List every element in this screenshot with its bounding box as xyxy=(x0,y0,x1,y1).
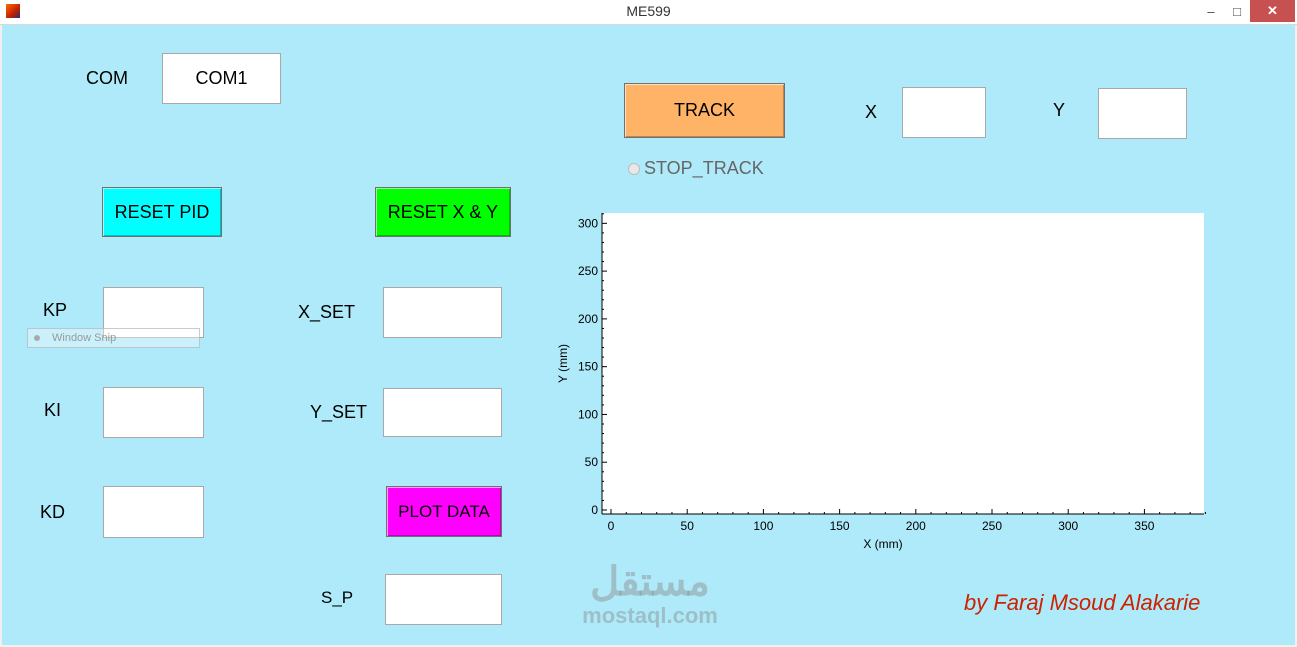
close-button[interactable]: ✕ xyxy=(1250,0,1295,22)
xy-axes: 0 50 100 150 200 250 300 350 0 50 100 150 200 250 300 X… xyxy=(556,213,1206,551)
ki-field[interactable] xyxy=(103,387,204,438)
y-tick-label: 300 xyxy=(578,216,598,230)
x-field[interactable] xyxy=(902,87,986,138)
window-snip-overlay: Window Snip xyxy=(27,328,200,348)
com-label: COM xyxy=(86,68,128,88)
x-tick-label: 150 xyxy=(830,519,850,533)
kd-field[interactable] xyxy=(103,486,204,538)
y-tick-label: 100 xyxy=(578,407,598,421)
x-tick-label: 100 xyxy=(753,519,773,533)
y-axis-title: Y (mm) xyxy=(556,344,570,383)
x-tick-label: 50 xyxy=(681,519,695,533)
x-set-field[interactable] xyxy=(383,287,502,338)
watermark-arabic: مستقل xyxy=(590,560,710,604)
x-tick-label: 350 xyxy=(1134,519,1154,533)
reset-xy-button[interactable]: RESET X & Y xyxy=(375,187,511,237)
x-tick-label: 0 xyxy=(608,519,615,533)
y-tick-label: 150 xyxy=(578,360,598,374)
s-p-field[interactable] xyxy=(385,574,502,625)
watermark-latin: mostaql.com xyxy=(582,603,718,628)
reset-pid-button[interactable]: RESET PID xyxy=(102,187,222,237)
stop-track-label: STOP_TRACK xyxy=(644,158,764,178)
title-bar: ME599 – □ ✕ xyxy=(0,0,1297,25)
window-title: ME599 xyxy=(626,3,671,19)
snip-icon xyxy=(34,335,40,341)
radio-button-icon[interactable] xyxy=(628,162,640,175)
figure-panel: COM COM1 RESET PID RESET X & Y KP Window… xyxy=(2,25,1295,645)
x-tick-label: 300 xyxy=(1058,519,1078,533)
x-label: X xyxy=(865,102,878,122)
y-field[interactable] xyxy=(1098,88,1187,139)
plot-data-button[interactable]: PLOT DATA xyxy=(386,486,502,537)
ki-label: KI xyxy=(44,400,62,420)
y-set-field[interactable] xyxy=(383,388,502,437)
y-set-label: Y_SET xyxy=(310,402,368,422)
minimize-button[interactable]: – xyxy=(1200,0,1222,22)
y-label: Y xyxy=(1053,100,1066,120)
x-tick-label: 250 xyxy=(982,519,1002,533)
kp-label: KP xyxy=(43,300,68,320)
mostaql-watermark: مستقل mostaql.com xyxy=(570,560,730,628)
x-set-label: X_SET xyxy=(298,302,356,322)
track-button[interactable]: TRACK xyxy=(624,83,785,138)
kd-label: KD xyxy=(40,502,66,522)
y-tick-label: 0 xyxy=(591,503,598,517)
s-p-label: S_P xyxy=(321,588,354,607)
x-axis-title: X (mm) xyxy=(863,537,902,551)
maximize-button[interactable]: □ xyxy=(1226,0,1248,22)
author-signature: by Faraj Msoud Alakarie xyxy=(964,590,1201,615)
com-field[interactable]: COM1 xyxy=(162,53,281,104)
window-snip-text: Window Snip xyxy=(52,332,117,344)
stop-track-radio[interactable]: STOP_TRACK xyxy=(628,158,764,179)
y-tick-label: 250 xyxy=(578,264,598,278)
y-tick-label: 200 xyxy=(578,312,598,326)
x-tick-label: 200 xyxy=(906,519,926,533)
y-tick-label: 50 xyxy=(585,455,599,469)
